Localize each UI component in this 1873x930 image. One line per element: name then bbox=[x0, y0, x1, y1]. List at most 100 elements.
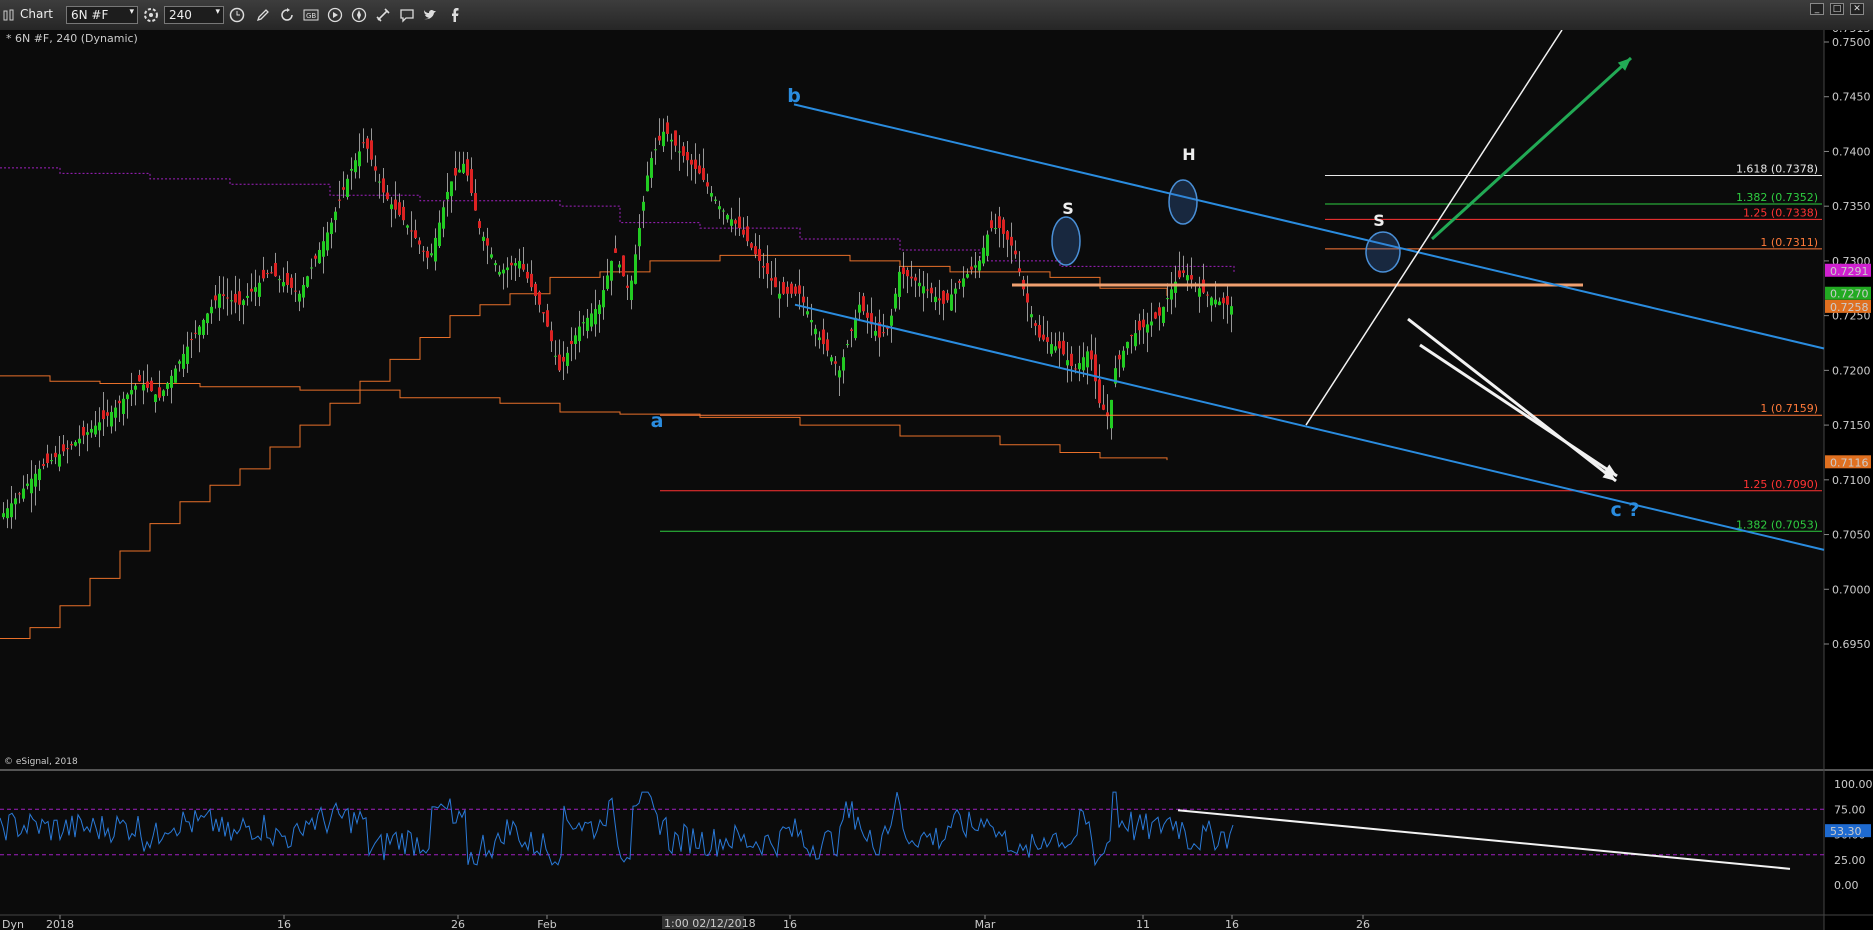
pencil-icon[interactable] bbox=[252, 5, 274, 25]
minimize-button[interactable]: _ bbox=[1810, 3, 1824, 15]
candle-body bbox=[614, 248, 617, 253]
candle-body bbox=[746, 226, 749, 242]
candle-body bbox=[278, 279, 281, 281]
candle-body bbox=[618, 264, 621, 268]
candle-body bbox=[266, 273, 269, 275]
candle-body bbox=[58, 454, 61, 467]
candle-body bbox=[1062, 340, 1065, 355]
price-tick-label: 0.7500 bbox=[1832, 36, 1871, 49]
candle-body bbox=[662, 131, 665, 147]
candle-body bbox=[598, 304, 601, 315]
candle-body bbox=[806, 311, 809, 315]
candle-body bbox=[522, 264, 525, 270]
fib-level-label: 1.382 (0.7352) bbox=[1736, 191, 1818, 204]
fib-level-label: 1.25 (0.7338) bbox=[1743, 206, 1818, 219]
candle-body bbox=[942, 290, 945, 304]
tools-icon[interactable] bbox=[372, 5, 394, 25]
play-icon[interactable] bbox=[324, 5, 346, 25]
price-tick-label: 0.7350 bbox=[1832, 200, 1871, 213]
candle-body bbox=[226, 297, 229, 299]
settings-icon[interactable] bbox=[140, 5, 162, 25]
candle-body bbox=[914, 277, 917, 281]
candle-body bbox=[1102, 404, 1105, 410]
candle-body bbox=[130, 390, 133, 395]
candle-body bbox=[1122, 350, 1125, 368]
candle-body bbox=[110, 411, 113, 427]
candle-body bbox=[1174, 281, 1177, 293]
candle-body bbox=[298, 293, 301, 302]
candle-body bbox=[1050, 344, 1053, 354]
time-tick-label: 26 bbox=[451, 918, 465, 930]
candle-body bbox=[734, 220, 737, 224]
clock-icon[interactable] bbox=[226, 5, 248, 25]
candle-body bbox=[162, 390, 165, 397]
candle-body bbox=[1162, 306, 1165, 323]
candle-body bbox=[702, 168, 705, 180]
close-button[interactable]: ✕ bbox=[1850, 3, 1864, 15]
pattern-label: H bbox=[1182, 145, 1195, 164]
candle-body bbox=[86, 432, 89, 435]
candle-body bbox=[1142, 319, 1145, 328]
candle-body bbox=[294, 290, 297, 292]
candle-body bbox=[446, 191, 449, 200]
news-icon[interactable]: GB bbox=[300, 5, 322, 25]
candle-body bbox=[730, 219, 733, 226]
candle-body bbox=[1126, 341, 1129, 349]
candle-body bbox=[754, 246, 757, 255]
candle-body bbox=[862, 296, 865, 312]
candle-body bbox=[214, 295, 217, 301]
candle-body bbox=[934, 296, 937, 303]
candle-body bbox=[854, 317, 857, 339]
pattern-ellipse bbox=[1168, 179, 1198, 225]
comment-icon[interactable] bbox=[396, 5, 418, 25]
candle-body bbox=[230, 300, 233, 302]
price-chart[interactable]: 1.618 (0.7378) 1.382 (0.7352) 1.25 (0.7338… bbox=[0, 30, 1873, 930]
indicator-label: Dyn bbox=[2, 918, 24, 930]
candle-body bbox=[1066, 360, 1069, 366]
candle-body bbox=[282, 282, 285, 287]
candle-body bbox=[698, 165, 701, 174]
candle-body bbox=[274, 262, 277, 277]
candle-body bbox=[482, 236, 485, 241]
candle-body bbox=[478, 221, 481, 229]
candle-body bbox=[398, 202, 401, 215]
time-tick-label: 11 bbox=[1136, 918, 1150, 930]
candle-body bbox=[286, 272, 289, 285]
candle-body bbox=[514, 263, 517, 266]
candle-body bbox=[154, 394, 157, 403]
candle-body bbox=[898, 271, 901, 297]
candle-body bbox=[302, 284, 305, 298]
symbol-select[interactable]: 6N #F ▾ bbox=[66, 6, 138, 24]
price-tick-label: 0.7100 bbox=[1832, 474, 1871, 487]
interval-select[interactable]: 240 ▾ bbox=[164, 6, 224, 24]
candle-body bbox=[714, 199, 717, 201]
candle-body bbox=[290, 277, 293, 288]
candle-body bbox=[842, 357, 845, 371]
candle-body bbox=[882, 332, 885, 334]
candle-body bbox=[690, 159, 693, 165]
candle-body bbox=[206, 313, 209, 324]
rsi-tick-label: 25.00 bbox=[1834, 854, 1866, 867]
candle-body bbox=[666, 122, 669, 134]
candle-body bbox=[42, 464, 45, 466]
compass-icon[interactable] bbox=[348, 5, 370, 25]
candle-body bbox=[834, 361, 837, 364]
candle-body bbox=[374, 166, 377, 171]
candle-body bbox=[678, 151, 681, 153]
refresh-icon[interactable] bbox=[276, 5, 298, 25]
maximize-button[interactable]: □ bbox=[1830, 3, 1844, 15]
facebook-icon[interactable] bbox=[444, 5, 466, 25]
candle-body bbox=[726, 214, 729, 220]
candle-body bbox=[1166, 298, 1169, 300]
candle-body bbox=[1018, 268, 1021, 272]
candle-body bbox=[930, 287, 933, 294]
candle-body bbox=[950, 294, 953, 311]
candle-body bbox=[50, 460, 53, 462]
candle-body bbox=[306, 276, 309, 287]
candle-body bbox=[118, 400, 121, 404]
candle-body bbox=[1098, 379, 1101, 404]
candle-body bbox=[1070, 353, 1073, 366]
candle-body bbox=[462, 163, 465, 173]
time-tick-label: 16 bbox=[783, 918, 797, 930]
twitter-icon[interactable] bbox=[420, 5, 442, 25]
